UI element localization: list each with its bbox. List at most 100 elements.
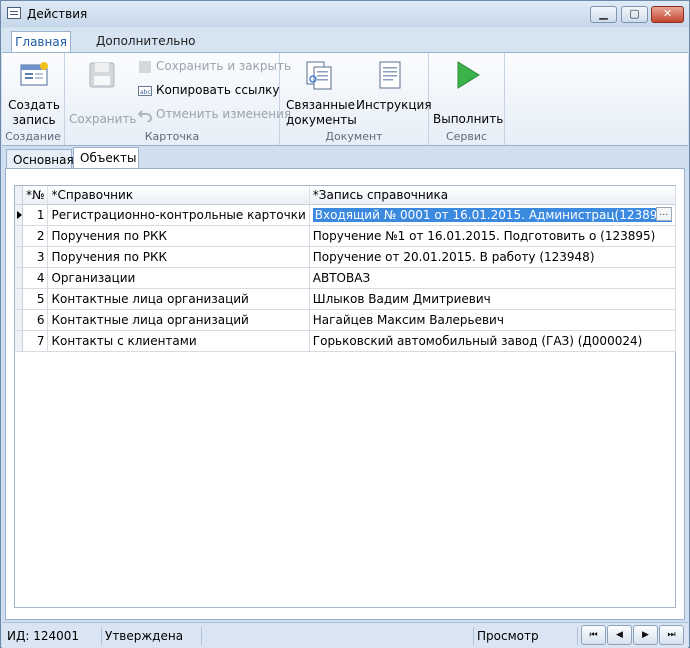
last-record-button[interactable]: ⏭ bbox=[659, 625, 684, 645]
cell-number[interactable]: 6 bbox=[22, 309, 49, 331]
cell-reference[interactable]: Регистрационно-контрольные карточки bbox=[47, 204, 310, 226]
cell-record[interactable]: АВТОВАЗ bbox=[309, 267, 676, 289]
cell-reference[interactable]: Контакты с клиентами bbox=[47, 330, 310, 352]
previous-record-button[interactable]: ◀ bbox=[607, 625, 632, 645]
cell-number[interactable]: 2 bbox=[22, 225, 49, 247]
group-create: Создать запись Создание bbox=[2, 53, 65, 145]
floppy-disk-icon bbox=[89, 62, 115, 88]
column-record-header[interactable]: *Запись справочника bbox=[309, 186, 676, 205]
copy-link-label: Копировать ссылку bbox=[156, 83, 280, 97]
cell-record[interactable]: Нагайцев Максим Валерьевич bbox=[309, 309, 676, 331]
cell-record[interactable]: Поручение №1 от 16.01.2015. Подготовить … bbox=[309, 225, 676, 247]
maximize-button[interactable]: ▢ bbox=[621, 6, 648, 23]
window: Действия ▁ ▢ ✕ Главная Дополнительно ⌃ ?… bbox=[0, 0, 690, 648]
create-record-icon bbox=[20, 62, 48, 86]
minimize-button[interactable]: ▁ bbox=[590, 6, 617, 23]
undo-icon bbox=[138, 109, 152, 122]
save-label: Сохранить bbox=[69, 112, 137, 126]
create-record-label: Создать запись bbox=[8, 98, 60, 127]
execute-label: Выполнить bbox=[433, 112, 504, 126]
objects-table: *№ *Справочник *Запись справочника 1 Рег… bbox=[15, 186, 676, 352]
window-title: Действия bbox=[27, 7, 88, 21]
row-indicator bbox=[15, 330, 23, 352]
cell-record[interactable]: Поручение от 20.01.2015. В работу (12394… bbox=[309, 246, 676, 268]
status-bar: ИД: 124001 Утверждена Просмотр ⏮ ◀ ▶ ⏭ bbox=[2, 622, 688, 648]
play-icon bbox=[457, 61, 480, 89]
cell-reference[interactable]: Поручения по РКК bbox=[47, 246, 310, 268]
save-button[interactable]: Сохранить bbox=[69, 55, 137, 127]
related-documents-button[interactable]: Связанные документы bbox=[286, 55, 357, 128]
save-close-icon bbox=[139, 60, 151, 73]
current-row-icon bbox=[17, 211, 22, 219]
cell-number[interactable]: 3 bbox=[22, 246, 49, 268]
first-record-button[interactable]: ⏮ bbox=[581, 625, 606, 645]
row-indicator bbox=[15, 288, 23, 310]
cancel-changes-button[interactable]: Отменить изменения bbox=[138, 104, 291, 124]
cell-number[interactable]: 4 bbox=[22, 267, 49, 289]
cancel-changes-label: Отменить изменения bbox=[156, 107, 292, 121]
status-mode: Просмотр bbox=[474, 627, 578, 645]
row-indicator bbox=[15, 204, 23, 226]
table-row[interactable]: 4 Организации АВТОВАЗ bbox=[15, 267, 676, 289]
app-icon bbox=[7, 7, 21, 19]
cell-record-selected-text[interactable]: Входящий № 0001 от 16.01.2015. Администр… bbox=[312, 208, 672, 222]
tab-objects[interactable]: Объекты bbox=[73, 147, 139, 169]
related-documents-label: Связанные документы bbox=[286, 98, 357, 127]
instruction-icon bbox=[379, 61, 401, 89]
execute-button[interactable]: Выполнить bbox=[433, 55, 504, 127]
ribbon: Создать запись Создание Сохранить Сохран… bbox=[2, 52, 688, 146]
column-reference-header[interactable]: *Справочник bbox=[47, 186, 310, 205]
table-row[interactable]: 5 Контактные лица организаций Шлыков Вад… bbox=[15, 288, 676, 310]
row-indicator-header bbox=[15, 186, 23, 205]
cell-reference[interactable]: Поручения по РКК bbox=[47, 225, 310, 247]
group-service: Выполнить Сервис bbox=[429, 53, 505, 145]
next-record-button[interactable]: ▶ bbox=[633, 625, 658, 645]
link-icon: abc bbox=[138, 85, 152, 96]
objects-grid: *№ *Справочник *Запись справочника 1 Рег… bbox=[14, 185, 676, 608]
table-row[interactable]: 2 Поручения по РКК Поручение №1 от 16.01… bbox=[15, 225, 676, 247]
status-state: Утверждена bbox=[102, 627, 202, 645]
column-number-header[interactable]: *№ bbox=[22, 186, 49, 205]
table-row[interactable]: 1 Регистрационно-контрольные карточки Вх… bbox=[15, 204, 676, 226]
cell-reference[interactable]: Организации bbox=[47, 267, 310, 289]
cell-reference[interactable]: Контактные лица организаций bbox=[47, 309, 310, 331]
cell-number[interactable]: 5 bbox=[22, 288, 49, 310]
row-indicator bbox=[15, 246, 23, 268]
table-header-row: *№ *Справочник *Запись справочника bbox=[15, 186, 676, 205]
cell-reference[interactable]: Контактные лица организаций bbox=[47, 288, 310, 310]
copy-link-button[interactable]: abc Копировать ссылку bbox=[138, 80, 279, 100]
tab-main[interactable]: Главная bbox=[11, 31, 71, 52]
tab-main-form[interactable]: Основная bbox=[6, 149, 74, 169]
status-spacer bbox=[202, 627, 474, 645]
instruction-button[interactable]: Инструкция bbox=[356, 55, 432, 113]
row-indicator bbox=[15, 267, 23, 289]
objects-panel: *№ *Справочник *Запись справочника 1 Рег… bbox=[5, 168, 685, 620]
related-documents-icon bbox=[306, 61, 332, 90]
table-row[interactable]: 7 Контакты с клиентами Горьковский автом… bbox=[15, 330, 676, 352]
ellipsis-button[interactable]: … bbox=[655, 207, 672, 221]
cell-number[interactable]: 1 bbox=[22, 204, 49, 226]
instruction-label: Инструкция bbox=[356, 98, 432, 112]
cell-record[interactable]: Горьковский автомобильный завод (ГАЗ) (Д… bbox=[309, 330, 676, 352]
table-row[interactable]: 6 Контактные лица организаций Нагайцев М… bbox=[15, 309, 676, 331]
save-close-button[interactable]: Сохранить и закрыть bbox=[138, 56, 291, 76]
group-card: Сохранить Сохранить и закрыть abc Копиров… bbox=[65, 53, 291, 145]
close-button[interactable]: ✕ bbox=[651, 6, 684, 23]
group-service-label: Сервис bbox=[445, 130, 488, 143]
group-card-label: Карточка bbox=[144, 130, 200, 143]
title-bar: Действия ▁ ▢ ✕ bbox=[1, 1, 689, 27]
row-indicator bbox=[15, 309, 23, 331]
table-row[interactable]: 3 Поручения по РКК Поручение от 20.01.20… bbox=[15, 246, 676, 268]
ribbon-tabs: Главная Дополнительно ⌃ ? bbox=[1, 28, 689, 73]
cell-number[interactable]: 7 bbox=[22, 330, 49, 352]
create-record-button[interactable]: Создать запись bbox=[6, 55, 62, 128]
cell-record[interactable]: Шлыков Вадим Дмитриевич bbox=[309, 288, 676, 310]
status-id: ИД: 124001 bbox=[4, 627, 102, 645]
group-document-label: Документ bbox=[325, 130, 383, 143]
tab-additional[interactable]: Дополнительно bbox=[88, 31, 204, 52]
group-document: Связанные документы Инструкция Документ bbox=[280, 53, 432, 145]
save-close-label: Сохранить и закрыть bbox=[156, 59, 292, 73]
row-indicator bbox=[15, 225, 23, 247]
cell-record[interactable]: Входящий № 0001 от 16.01.2015. Администр… bbox=[309, 204, 676, 226]
group-create-label: Создание bbox=[5, 130, 61, 143]
